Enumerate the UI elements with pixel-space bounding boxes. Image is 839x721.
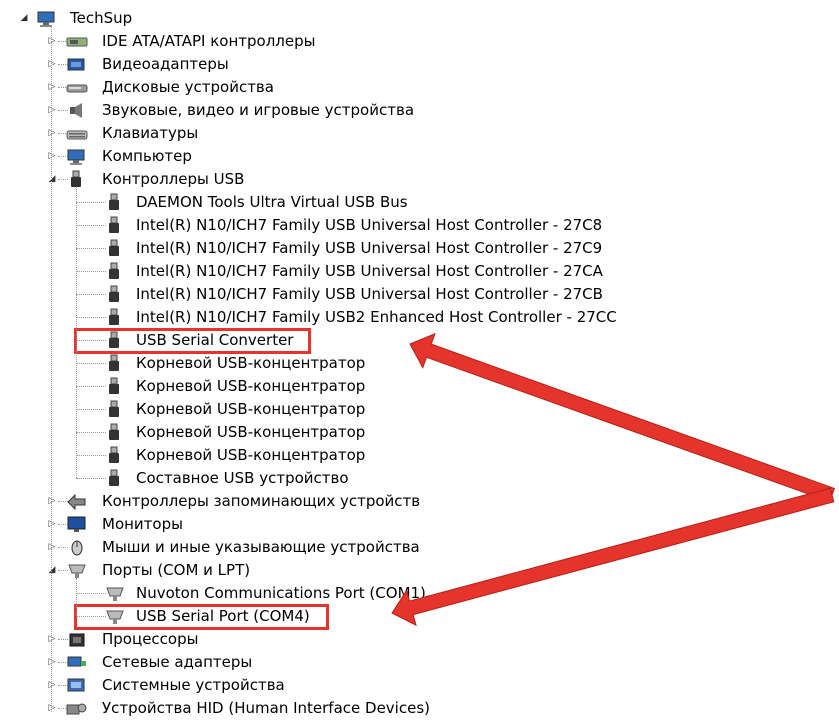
annotation-arrow-1: [409, 332, 835, 503]
annotation-arrow-2: [391, 487, 835, 627]
annotation-arrows: [391, 332, 835, 627]
